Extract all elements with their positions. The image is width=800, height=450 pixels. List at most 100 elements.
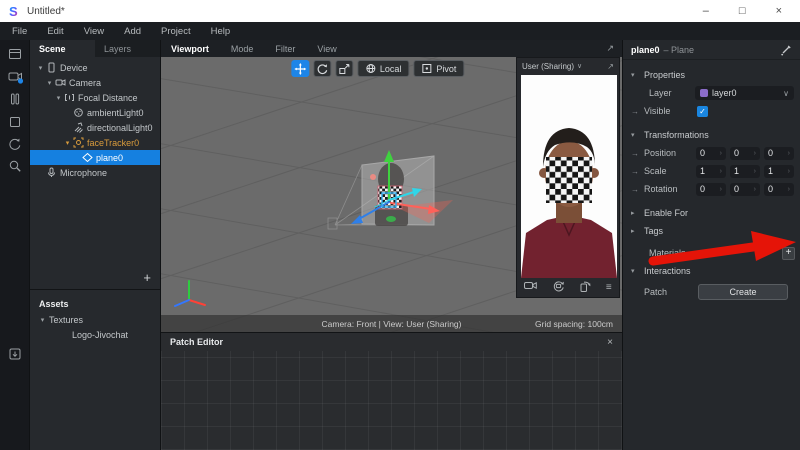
restart-icon[interactable] (8, 137, 22, 151)
tree-item-ambient-light[interactable]: ambientLight0 (30, 105, 160, 120)
shapes-icon[interactable] (8, 115, 22, 129)
viewport-popout-icon[interactable]: ↗ (606, 43, 614, 54)
expander-icon[interactable]: ▾ (631, 267, 639, 275)
patch-expose-icon[interactable]: → (631, 107, 644, 116)
section-tags[interactable]: ▸ Tags (623, 222, 800, 240)
asset-item-logo-jivochat[interactable]: Logo-Jivochat (30, 327, 160, 342)
rotation-x-field[interactable]: 0› (696, 183, 726, 196)
preview-camera-icon[interactable] (524, 280, 537, 294)
tree-item-face-tracker[interactable]: ▾ faceTracker0 (30, 135, 160, 150)
preview-photo (521, 75, 615, 278)
tab-filter[interactable]: Filter (264, 44, 306, 54)
preview-menu-icon[interactable]: ≡ (606, 282, 612, 293)
viewport-3d[interactable]: Local Pivot User (Sharing) ∨ ↗ (161, 57, 622, 332)
section-label: Properties (644, 70, 685, 80)
inspector-panel: plane0 – Plane ▾ Properties Layer layer0… (622, 40, 800, 450)
menu-edit[interactable]: Edit (37, 26, 73, 37)
menu-add[interactable]: Add (114, 26, 151, 37)
import-export-icon[interactable] (8, 347, 22, 361)
inspector-actions-icon[interactable] (780, 44, 792, 56)
asset-group-textures[interactable]: ▾ Textures (30, 312, 160, 327)
patch-editor-close-icon[interactable]: × (607, 337, 613, 348)
preview-popout-icon[interactable]: ↗ (607, 62, 614, 71)
layout-panels-icon[interactable] (8, 47, 22, 61)
patch-expose-icon[interactable]: → (631, 149, 644, 158)
search-icon[interactable] (8, 159, 22, 173)
tab-view[interactable]: View (306, 44, 347, 54)
layer-select[interactable]: layer0 ∨ (695, 86, 794, 100)
menu-bar: File Edit View Add Project Help (0, 22, 800, 40)
scale-z-field[interactable]: 1› (764, 165, 794, 178)
patch-expose-icon[interactable]: → (631, 185, 644, 194)
expander-icon[interactable]: ▾ (63, 139, 72, 147)
patches-icon[interactable] (8, 92, 22, 106)
expander-icon[interactable]: ▾ (36, 64, 45, 72)
stepper-icon: › (720, 168, 722, 175)
rotation-row: → Rotation 0› 0› 0› (623, 180, 800, 198)
rotate-tool-button[interactable] (313, 60, 331, 77)
ambient-light-icon (73, 107, 84, 118)
expander-icon[interactable]: ▾ (631, 71, 639, 79)
tab-layers[interactable]: Layers (95, 40, 160, 57)
tree-item-plane0[interactable]: plane0 (30, 150, 160, 165)
patch-editor-title: Patch Editor (170, 337, 223, 347)
rotation-y-field[interactable]: 0› (730, 183, 760, 196)
expander-icon[interactable]: ▾ (45, 79, 54, 87)
close-button[interactable]: × (776, 6, 782, 17)
tree-item-camera[interactable]: ▾ Camera (30, 75, 160, 90)
expander-icon[interactable]: ▾ (38, 316, 47, 324)
patch-expose-icon[interactable]: → (631, 167, 644, 176)
scale-x-field[interactable]: 1› (696, 165, 726, 178)
section-properties[interactable]: ▾ Properties (623, 66, 800, 84)
tab-viewport[interactable]: Viewport (171, 44, 220, 54)
switch-camera-icon[interactable] (552, 280, 565, 295)
tree-item-label: plane0 (96, 153, 123, 163)
tree-item-directional-light[interactable]: directionalLight0 (30, 120, 160, 135)
position-y-field[interactable]: 0› (730, 147, 760, 160)
section-enable-for[interactable]: ▸ Enable For (623, 204, 800, 222)
window-title: Untitled* (27, 6, 65, 17)
scale-tool-button[interactable] (335, 60, 353, 77)
position-z-field[interactable]: 0› (764, 147, 794, 160)
section-transformations[interactable]: ▾ Transformations (623, 126, 800, 144)
layer-value: layer0 (712, 88, 737, 98)
preview-source-select[interactable]: User (Sharing) (522, 62, 574, 71)
create-patch-button[interactable]: Create (698, 284, 788, 300)
simulator-camera-icon[interactable] (8, 69, 22, 83)
expander-icon[interactable]: ▾ (54, 94, 63, 102)
add-object-button[interactable]: + (143, 271, 151, 284)
stepper-icon: › (754, 150, 756, 157)
stepper-icon: › (754, 168, 756, 175)
focal-distance-icon (64, 92, 75, 103)
tree-item-microphone[interactable]: Microphone (30, 165, 160, 180)
expander-icon[interactable]: ▸ (631, 227, 639, 235)
tab-scene[interactable]: Scene (30, 40, 95, 57)
expander-icon[interactable]: ▸ (631, 209, 639, 217)
menu-view[interactable]: View (74, 26, 114, 37)
move-tool-button[interactable] (291, 60, 309, 77)
pivot-button[interactable]: Pivot (413, 60, 464, 77)
rotate-icon (316, 63, 328, 75)
scale-icon (338, 63, 350, 75)
menu-project[interactable]: Project (151, 26, 201, 37)
minimize-button[interactable]: – (703, 6, 709, 17)
local-space-button[interactable]: Local (357, 60, 410, 77)
tree-item-label: ambientLight0 (87, 108, 144, 118)
menu-file[interactable]: File (2, 26, 37, 37)
tree-item-device[interactable]: ▾ Device (30, 60, 160, 75)
rotate-device-icon[interactable] (579, 280, 591, 295)
tree-item-focal-distance[interactable]: ▾ Focal Distance (30, 90, 160, 105)
patch-editor-canvas[interactable] (161, 351, 622, 450)
visible-checkbox[interactable]: ✓ (697, 106, 708, 117)
move-icon (294, 63, 306, 75)
rotation-z-field[interactable]: 0› (764, 183, 794, 196)
menu-help[interactable]: Help (201, 26, 241, 37)
scale-y-field[interactable]: 1› (730, 165, 760, 178)
section-interactions[interactable]: ▾ Interactions (623, 262, 800, 280)
maximize-button[interactable]: □ (739, 6, 746, 17)
position-x-field[interactable]: 0› (696, 147, 726, 160)
expander-icon[interactable]: ▾ (631, 131, 639, 139)
tab-mode[interactable]: Mode (220, 44, 265, 54)
left-toolbar (0, 40, 30, 450)
add-material-button[interactable]: + (782, 247, 795, 260)
